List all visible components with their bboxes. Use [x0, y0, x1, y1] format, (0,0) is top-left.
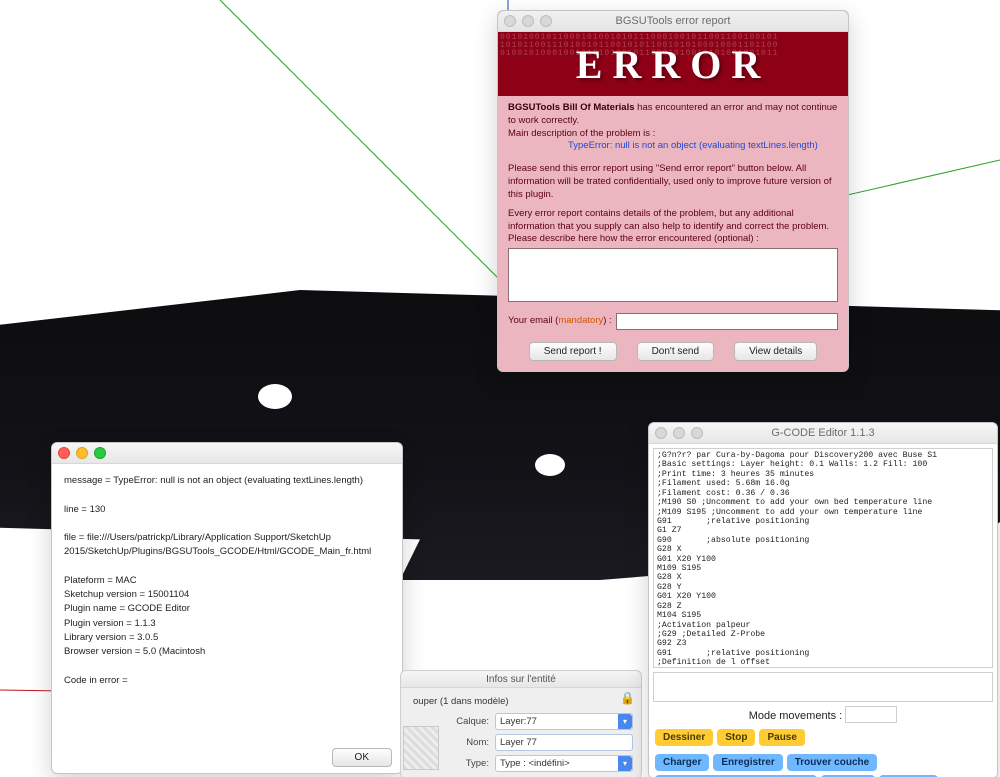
error-send-info: Please send this error report using "Sen… — [508, 163, 838, 201]
panel-titlebar[interactable]: Infos sur l'entité — [401, 671, 641, 688]
dont-send-button[interactable]: Don't send — [637, 342, 715, 361]
zoom-icon[interactable] — [94, 447, 106, 459]
gcode-command-input[interactable] — [653, 672, 993, 702]
window-titlebar[interactable] — [52, 443, 402, 464]
error-main-desc-label: Main description of the problem is : — [508, 128, 838, 141]
component-thumbnail — [403, 726, 439, 770]
window-titlebar[interactable]: BGSUTools error report — [498, 11, 848, 32]
error-report-window: BGSUTools error report 00101001011000101… — [497, 10, 849, 372]
calque-label: Calque: — [449, 716, 489, 727]
mode-movements-label: Mode movements : — [749, 710, 843, 722]
entity-info-panel: Infos sur l'entité ouper (1 dans modèle)… — [400, 670, 642, 777]
error-additional-info: Every error report contains details of t… — [508, 208, 838, 234]
ok-button[interactable]: OK — [332, 748, 392, 767]
email-field[interactable] — [616, 313, 838, 330]
pause-button[interactable]: Pause — [759, 729, 804, 746]
zoom-icon[interactable] — [540, 15, 552, 27]
panel-title: Infos sur l'entité — [401, 674, 641, 685]
nom-field[interactable]: Layer 77 — [495, 734, 633, 751]
send-report-button[interactable]: Send report ! — [529, 342, 617, 361]
model-hole — [535, 454, 565, 476]
nom-label: Nom: — [449, 737, 489, 748]
mode-movements-input[interactable] — [845, 706, 897, 723]
email-label: Your email (mandatory) : — [508, 315, 612, 328]
error-banner-text: ERROR — [498, 32, 848, 96]
gcode-textarea[interactable]: ;G?n?r? par Cura-by-Dagoma pour Discover… — [653, 448, 993, 668]
charger-button[interactable]: Charger — [655, 754, 709, 771]
close-icon[interactable] — [58, 447, 70, 459]
error-describe-label: Please describe here how the error encou… — [508, 233, 838, 246]
close-icon[interactable] — [655, 427, 667, 439]
minimize-icon[interactable] — [522, 15, 534, 27]
error-banner: 0010100101100010100101011100010010110011… — [498, 32, 848, 96]
chevron-down-icon: ▾ — [618, 714, 632, 729]
zoom-icon[interactable] — [691, 427, 703, 439]
gcode-editor-window: G-CODE Editor 1.1.3 ;G?n?r? par Cura-by-… — [648, 422, 998, 777]
minimize-icon[interactable] — [673, 427, 685, 439]
error-description-textarea[interactable] — [508, 248, 838, 302]
window-titlebar[interactable]: G-CODE Editor 1.1.3 — [649, 423, 997, 444]
log-text: message = TypeError: null is not an obje… — [52, 464, 402, 698]
stop-button[interactable]: Stop — [717, 729, 755, 746]
log-window: message = TypeError: null is not an obje… — [51, 442, 403, 774]
minimize-icon[interactable] — [76, 447, 88, 459]
model-hole — [258, 384, 292, 409]
type-select[interactable]: Type : <indéfini>▾ — [495, 755, 633, 772]
error-type: TypeError: null is not an object (evalua… — [508, 140, 838, 153]
chevron-down-icon: ▾ — [618, 756, 632, 771]
lock-icon[interactable]: 🔒 — [620, 691, 635, 705]
enregistrer-button[interactable]: Enregistrer — [713, 754, 782, 771]
error-intro: BGSUTools Bill Of Materials has encounte… — [508, 102, 838, 128]
close-icon[interactable] — [504, 15, 516, 27]
dessiner-button[interactable]: Dessiner — [655, 729, 713, 746]
calque-select[interactable]: Layer:77▾ — [495, 713, 633, 730]
trouver-couche-button[interactable]: Trouver couche — [787, 754, 877, 771]
type-label: Type: — [449, 758, 489, 769]
entity-header: ouper (1 dans modèle) — [409, 694, 633, 713]
view-details-button[interactable]: View details — [734, 342, 817, 361]
